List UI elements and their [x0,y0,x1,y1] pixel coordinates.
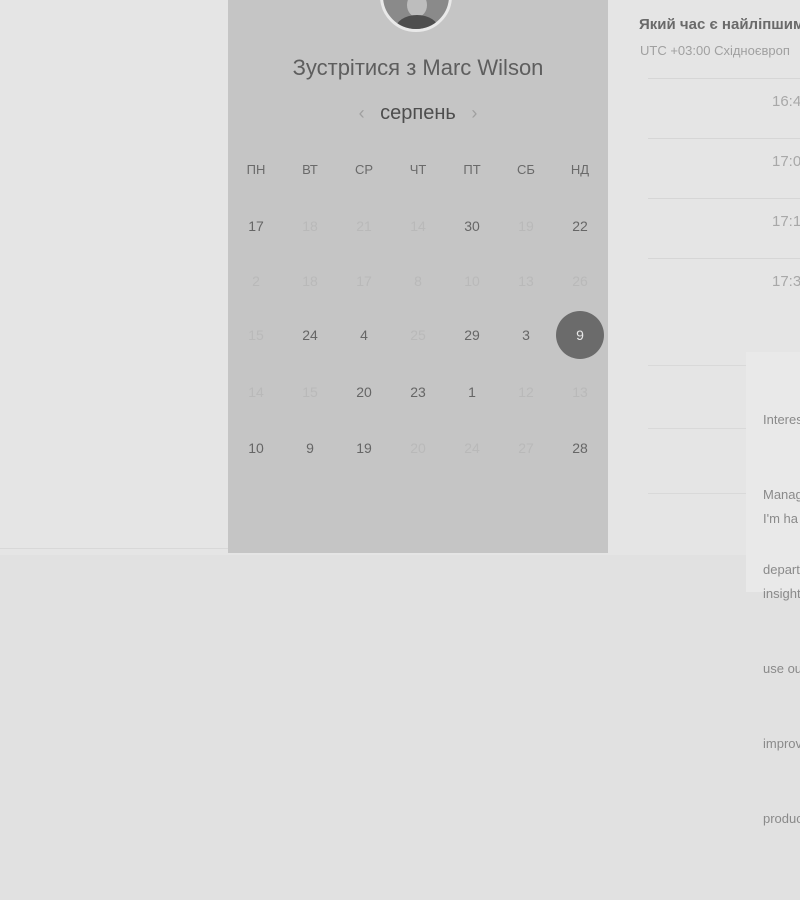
calendar-day: 14 [410,218,426,234]
calendar-day: 15 [248,327,264,343]
calendar-day: 24 [464,440,480,456]
timezone-label: UTC +03:00 Східноєвроп [640,43,790,58]
calendar-day: 18 [302,273,318,289]
weekday-label: ВТ [302,162,318,177]
weekday-label: СБ [517,162,535,177]
host-info-paragraph: I'm ha insight use ou improv produc [763,456,800,856]
time-slot[interactable]: 17:1 [648,198,800,249]
divider [648,428,746,429]
calendar-day: 27 [518,440,534,456]
divider [0,548,228,549]
time-slot[interactable]: 17:0 [648,138,800,189]
info-line: improv [763,736,800,751]
info-line: produc [763,811,800,826]
weekday-label: ПТ [463,162,481,177]
calendar-day: 25 [410,327,426,343]
calendar-day: 10 [464,273,480,289]
info-line: Interes [763,412,800,427]
calendar-day: 26 [572,273,588,289]
calendar-day[interactable]: 30 [448,202,496,250]
weekday-label: ЧТ [409,162,427,177]
calendar-day[interactable]: 17 [232,202,280,250]
calendar-day[interactable]: 23 [394,368,442,416]
avatar-body [395,15,439,29]
calendar-day[interactable]: 28 [556,424,604,472]
calendar-day[interactable]: 29 [448,311,496,359]
info-line: insight [763,586,800,601]
time-slot-label: 16:4 [772,93,800,110]
calendar-day: 14 [248,384,264,400]
time-slot[interactable]: 17:3 [648,258,800,309]
weekday-label: СР [354,162,374,177]
calendar-day[interactable]: 1 [448,368,496,416]
calendar-day: 13 [572,384,588,400]
avatar [380,0,452,32]
info-line: use ou [763,661,800,676]
weekday-label: НД [570,162,590,177]
divider [648,365,746,366]
calendar-day: 2 [252,273,260,289]
calendar-day: 13 [518,273,534,289]
calendar-panel: Зустрітися з Marc Wilson ‹ серпень › ПН В… [228,0,608,553]
calendar-day: 18 [302,218,318,234]
schedule-title: Який час є найліпшим [639,16,800,33]
calendar-day[interactable]: 20 [340,368,388,416]
calendar-day[interactable]: 19 [340,424,388,472]
chevron-right-icon[interactable]: › [461,103,487,124]
time-slot-label: 17:0 [772,153,800,170]
chevron-left-icon[interactable]: ‹ [349,103,375,124]
calendar-day[interactable]: 22 [556,202,604,250]
month-label: серпень [380,102,456,124]
calendar-day[interactable]: 24 [286,311,334,359]
calendar-day[interactable]: 10 [232,424,280,472]
calendar-day: 8 [414,273,422,289]
calendar-day[interactable]: 4 [340,311,388,359]
calendar-day: 19 [518,218,534,234]
calendar-day-selected[interactable]: 9 [556,311,604,359]
info-line: I'm ha [763,511,798,526]
calendar-title: Зустрітися з Marc Wilson [292,55,544,80]
calendar-day: 15 [302,384,318,400]
divider [648,493,746,494]
calendar-day[interactable]: 9 [286,424,334,472]
time-slot[interactable]: 16:4 [648,78,800,129]
calendar-day: 17 [356,273,372,289]
calendar-day[interactable]: 3 [502,311,550,359]
calendar-day: 21 [356,218,372,234]
month-navigation: ‹ серпень › [228,102,608,125]
weekday-header: ПН ВТ СР ЧТ ПТ СБ НД [228,162,608,182]
time-slot-label: 17:1 [772,213,800,230]
weekday-label: ПН [246,162,266,177]
time-slot-label: 17:3 [772,273,800,290]
calendar-day: 12 [518,384,534,400]
calendar-day: 20 [410,440,426,456]
